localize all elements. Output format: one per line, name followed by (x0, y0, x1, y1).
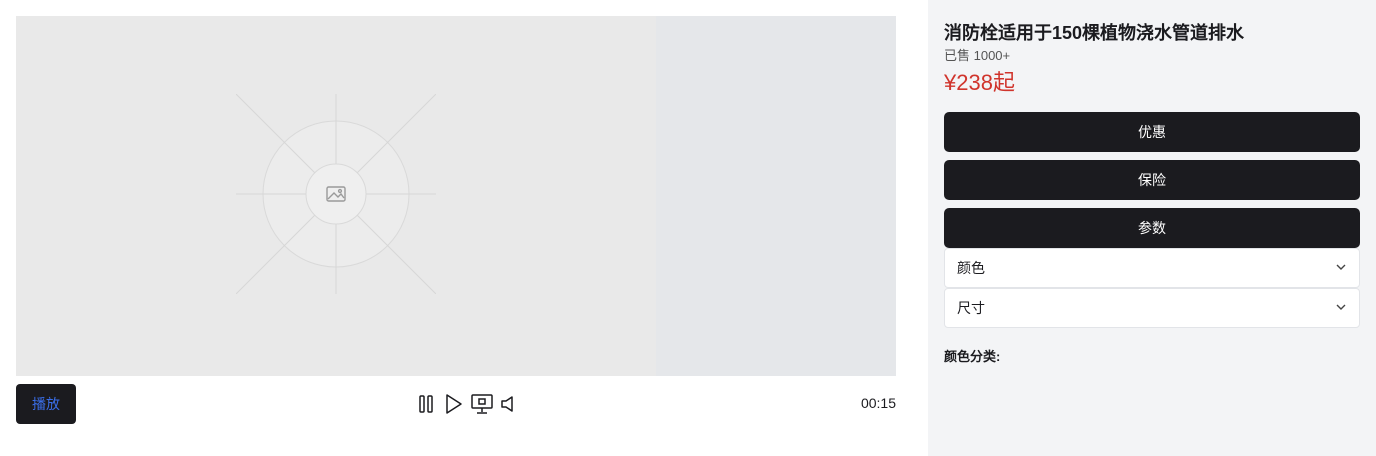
product-panel: 消防栓适用于150棵植物浇水管道排水 已售 1000+ ¥238起 优惠 保险 … (928, 0, 1376, 456)
chevron-down-icon (1335, 260, 1347, 276)
size-select-label: 尺寸 (957, 300, 985, 316)
play-icon[interactable] (442, 393, 464, 415)
play-button[interactable]: 播放 (16, 384, 76, 424)
time-display: 00:15 (860, 395, 896, 411)
size-select[interactable]: 尺寸 (944, 288, 1360, 328)
volume-icon[interactable] (500, 394, 516, 414)
color-category-heading: 颜色分类: (944, 349, 1001, 364)
player-controls: 播放 00:15 (16, 384, 896, 424)
discount-button[interactable]: 优惠 (944, 112, 1360, 152)
product-price: ¥238起 (944, 70, 1015, 95)
pause-icon[interactable] (416, 394, 436, 414)
params-button[interactable]: 参数 (944, 208, 1360, 248)
color-select-label: 颜色 (957, 260, 985, 276)
control-icons (416, 392, 516, 416)
chevron-down-icon (1335, 300, 1347, 316)
sold-count: 已售 1000+ (944, 48, 1011, 63)
image-placeholder-icon (236, 94, 436, 294)
media-main-image (16, 16, 656, 376)
screen-icon[interactable] (470, 393, 494, 415)
media-viewer[interactable] (16, 16, 896, 376)
media-side-panel (656, 16, 896, 376)
product-title: 消防栓适用于150棵植物浇水管道排水 (944, 23, 1245, 43)
insurance-button[interactable]: 保险 (944, 160, 1360, 200)
color-select[interactable]: 颜色 (944, 248, 1360, 288)
